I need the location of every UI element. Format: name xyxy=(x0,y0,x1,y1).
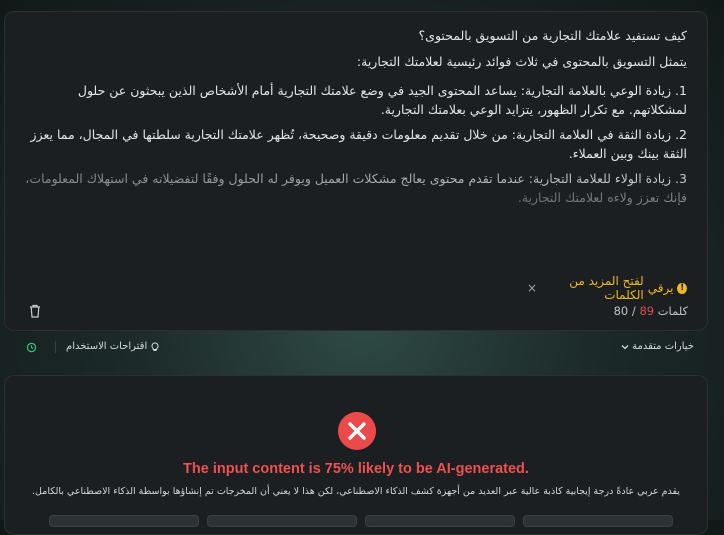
upgrade-banner: ! يرقي لفتح المزيد من الكلمات × xyxy=(523,274,687,302)
editor-panel: كيف تستفيد علامتك التجارية من التسويق با… xyxy=(4,11,708,331)
question-text: كيف تستفيد علامتك التجارية من التسويق با… xyxy=(418,28,687,43)
detection-result-title: The input content is 75% likely to be AI… xyxy=(183,461,529,477)
close-banner-button[interactable]: × xyxy=(527,281,537,295)
upgrade-link[interactable]: لفتح المزيد من الكلمات xyxy=(541,274,643,302)
error-x-icon xyxy=(338,412,376,450)
trash-icon[interactable] xyxy=(29,304,41,318)
intro-text: يتمثل التسويق بالمحتوى في ثلاث فوائد رئي… xyxy=(356,54,687,69)
point-1: 1. زيادة الوعي بالعلامة التجارية: يساعد … xyxy=(77,83,687,117)
toolbar-divider xyxy=(55,341,56,353)
word-count-separator: / xyxy=(631,304,636,318)
chevron-down-icon xyxy=(621,344,629,349)
warning-icon: ! xyxy=(677,282,687,294)
word-limit-value: 89 xyxy=(639,304,655,318)
lightbulb-icon xyxy=(151,341,159,351)
detector-chip xyxy=(207,515,357,527)
history-icon[interactable] xyxy=(26,342,37,353)
suggestions-label: اقتراحات الاستخدام xyxy=(66,341,148,352)
advanced-label: خيارات متقدمة xyxy=(632,341,694,352)
content-text-area[interactable]: كيف تستفيد علامتك التجارية من التسويق با… xyxy=(25,26,687,213)
detector-chip xyxy=(365,515,515,527)
upgrade-prefix[interactable]: يرقي xyxy=(648,281,674,295)
word-count-value: 80 xyxy=(613,304,629,318)
detector-chip xyxy=(523,515,673,527)
result-panel: The input content is 75% likely to be AI… xyxy=(4,375,708,535)
advanced-options-button[interactable]: خيارات متقدمة xyxy=(621,341,694,352)
detector-chip xyxy=(49,515,199,527)
point-3: 3. زيادة الولاء للعلامة التجارية: عندما … xyxy=(25,169,687,207)
word-counter: 80 / 89 كلمات xyxy=(614,304,688,318)
usage-suggestions-button[interactable]: اقتراحات الاستخدام xyxy=(66,341,160,352)
point-2: 2. زيادة الثقة في العلامة التجارية: من خ… xyxy=(30,127,687,161)
editor-toolbar: اقتراحات الاستخدام خيارات متقدمة xyxy=(4,331,708,363)
point-3-text: 3. زيادة الولاء للعلامة التجارية: عندما … xyxy=(25,171,687,205)
detector-list xyxy=(49,515,673,527)
detection-disclaimer: يقدم عربي عادةً درجة إيجابية كاذبة عالية… xyxy=(32,486,680,497)
words-label: كلمات xyxy=(657,304,688,318)
